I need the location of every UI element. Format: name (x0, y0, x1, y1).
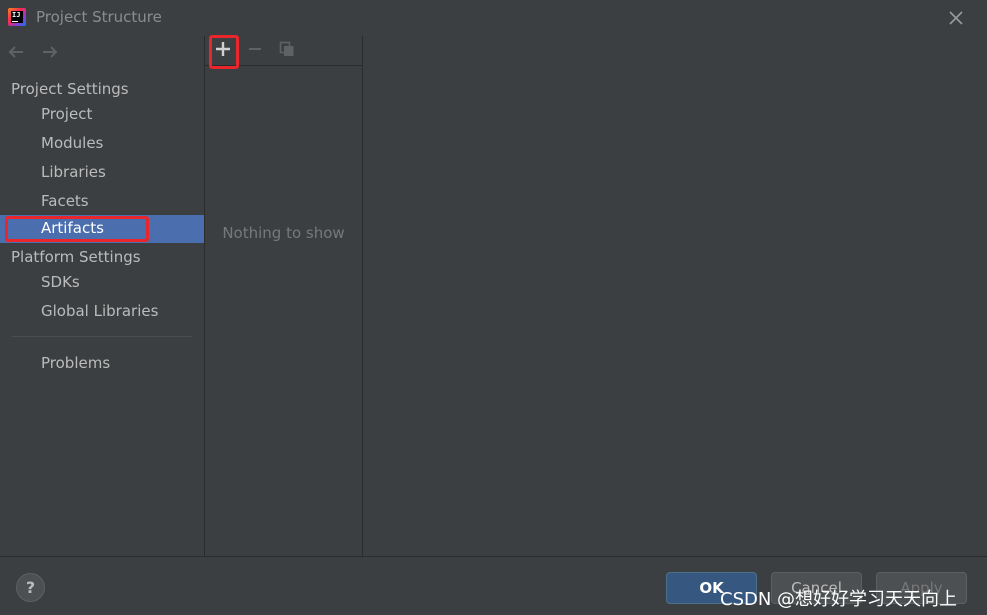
history-nav (6, 42, 60, 64)
window-title: Project Structure (36, 8, 162, 26)
sidebar-item-project[interactable]: Project (0, 101, 204, 129)
copy-icon (279, 41, 295, 61)
dialog-footer: ? OK Cancel Apply CSDN @想好好学习天天向上 (0, 556, 987, 615)
sidebar-item-label: Facets (41, 192, 89, 210)
sidebar-item-problems[interactable]: Problems (0, 350, 204, 378)
sidebar-item-sdks[interactable]: SDKs (0, 269, 204, 297)
artifacts-list-pane: Nothing to show (204, 35, 363, 556)
artifacts-highlight-box (5, 216, 149, 242)
sidebar-separator (12, 336, 192, 337)
remove-button[interactable] (241, 37, 269, 65)
intellij-logo-icon: IJ (8, 8, 26, 26)
title-bar: IJ Project Structure (0, 0, 987, 36)
project-settings-header: Project Settings (11, 80, 129, 98)
sidebar-item-label: Global Libraries (41, 302, 159, 320)
platform-settings-header: Platform Settings (11, 248, 141, 266)
sidebar-item-global-libraries[interactable]: Global Libraries (0, 298, 204, 326)
sidebar-item-label: Project (41, 105, 93, 123)
forward-arrow-icon[interactable] (40, 42, 60, 64)
help-button[interactable]: ? (16, 573, 45, 602)
detail-pane (363, 36, 987, 556)
sidebar-item-modules[interactable]: Modules (0, 130, 204, 158)
csdn-watermark: CSDN @想好好学习天天向上 (720, 589, 958, 610)
close-icon[interactable] (944, 6, 968, 30)
sidebar-item-facets[interactable]: Facets (0, 188, 204, 216)
add-button-highlight-box (209, 35, 239, 69)
back-arrow-icon[interactable] (6, 42, 26, 64)
sidebar-item-label: Modules (41, 134, 104, 152)
sidebar-item-label: Libraries (41, 163, 106, 181)
sidebar-item-libraries[interactable]: Libraries (0, 159, 204, 187)
settings-sidebar: Project Settings Project Modules Librari… (0, 36, 204, 556)
copy-button[interactable] (273, 37, 301, 65)
sidebar-item-label: Problems (41, 354, 111, 372)
sidebar-item-label: SDKs (41, 273, 80, 291)
empty-list-message: Nothing to show (222, 224, 345, 242)
remove-icon (247, 41, 263, 61)
